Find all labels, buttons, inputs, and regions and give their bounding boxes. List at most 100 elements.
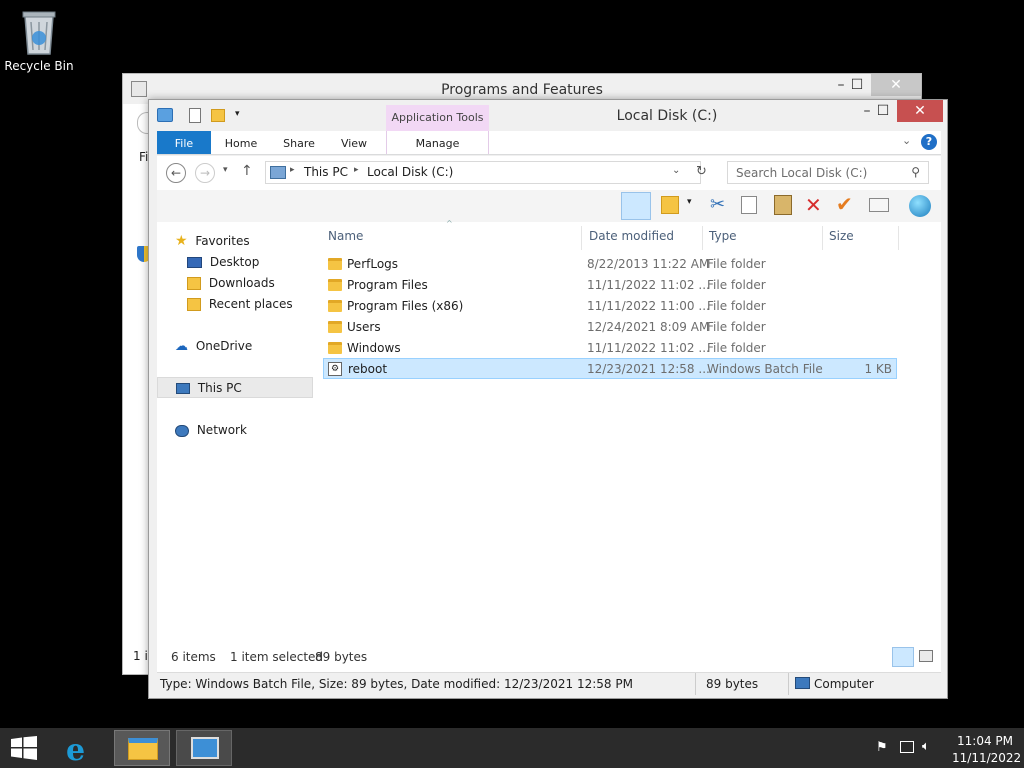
action-center-flag-icon[interactable]: ⚑ [876, 740, 888, 755]
nav-this-pc-label: This PC [197, 381, 242, 395]
recent-places-icon [187, 298, 201, 311]
table-row[interactable]: Program Files 11/11/2022 11:02 ... File … [323, 275, 897, 296]
internet-explorer-button[interactable]: e [54, 730, 110, 768]
item-count: 6 items [171, 650, 216, 664]
file-type: File folder [707, 278, 766, 292]
explorer-window[interactable]: ▾ Local Disk (C:) – ☐ ✕ Application Tool… [148, 99, 948, 699]
folder-options-icon[interactable] [661, 196, 679, 214]
file-size: 1 KB [864, 362, 892, 376]
recycle-bin-label: Recycle Bin [4, 59, 74, 73]
address-dropdown-icon[interactable]: ⌄ [672, 165, 680, 176]
nav-downloads[interactable]: Downloads [187, 273, 275, 294]
network-tray-icon[interactable] [900, 741, 914, 753]
forward-button[interactable]: → [195, 163, 215, 183]
file-list: ^ Name Date modified Type Size PerfLogs … [322, 219, 941, 642]
details-divider [788, 673, 789, 695]
file-type: Windows Batch File [707, 362, 823, 376]
breadcrumb-separator: ▸ [290, 165, 295, 175]
ribbon-expand-icon[interactable]: ⌄ [902, 134, 911, 147]
file-explorer-button[interactable] [114, 730, 170, 766]
details-location: Computer [814, 677, 874, 691]
ribbon-tabs: File Home Share View Manage ⌄ ? [157, 131, 941, 155]
server-manager-button[interactable] [176, 730, 232, 766]
file-date: 11/11/2022 11:00 ... [587, 299, 710, 313]
tab-home[interactable]: Home [215, 131, 267, 154]
column-name[interactable]: Name [322, 226, 582, 250]
column-size[interactable]: Size [823, 226, 899, 250]
refresh-icon[interactable]: ↻ [696, 164, 707, 179]
breadcrumb-this-pc[interactable]: This PC [304, 165, 348, 179]
column-date-modified[interactable]: Date modified [583, 226, 703, 250]
recent-locations-icon[interactable]: ▾ [223, 165, 228, 175]
maximize-button[interactable]: ☐ [867, 100, 899, 122]
up-button[interactable]: ↑ [241, 163, 253, 179]
start-button[interactable] [0, 730, 48, 766]
file-name: PerfLogs [347, 257, 399, 271]
table-row[interactable]: PerfLogs 8/22/2013 11:22 AM File folder [323, 254, 897, 275]
tab-file[interactable]: File [157, 131, 211, 154]
breadcrumb-separator: ▸ [354, 165, 359, 175]
close-button[interactable]: ✕ [897, 100, 943, 122]
nav-recent-places-label: Recent places [208, 297, 293, 311]
large-icons-view-icon[interactable] [919, 650, 933, 662]
nav-this-pc[interactable]: This PC [157, 377, 313, 398]
breadcrumb-local-disk[interactable]: Local Disk (C:) [367, 165, 453, 179]
clock-date[interactable]: 11/11/2022 [952, 751, 1021, 765]
tab-share[interactable]: Share [273, 131, 325, 154]
nav-desktop[interactable]: Desktop [187, 252, 259, 273]
search-input[interactable]: Search Local Disk (C:) ⚲ [727, 161, 929, 184]
desktop-icon [187, 257, 202, 268]
file-name: Windows [347, 341, 401, 355]
folder-icon [328, 258, 342, 270]
status-bar: 6 items 1 item selected 89 bytes [157, 642, 941, 672]
paste-icon[interactable] [774, 195, 792, 215]
file-name: Program Files [347, 278, 428, 292]
file-date: 11/11/2022 11:02 ... [587, 341, 710, 355]
recycle-bin-icon [22, 11, 56, 55]
tab-view[interactable]: View [331, 131, 377, 154]
details-divider [695, 673, 696, 695]
table-row[interactable]: Program Files (x86) 11/11/2022 11:00 ...… [323, 296, 897, 317]
column-type[interactable]: Type [703, 226, 823, 250]
window-title: Programs and Features [441, 82, 603, 98]
details-bar: Type: Windows Batch File, Size: 89 bytes… [157, 672, 941, 695]
help-icon[interactable]: ? [921, 134, 937, 150]
volume-icon[interactable]: 🔈︎ [922, 739, 930, 754]
clock-time[interactable]: 11:04 PM [957, 734, 1013, 748]
nav-desktop-label: Desktop [209, 255, 260, 269]
nav-favorites[interactable]: ★ Favorites [175, 231, 250, 252]
close-button[interactable]: ✕ [871, 74, 921, 96]
nav-recent-places[interactable]: Recent places [187, 294, 293, 315]
address-bar[interactable]: ▸ This PC ▸ Local Disk (C:) ⌄ ↻ [265, 161, 707, 184]
recycle-bin[interactable]: Recycle Bin [4, 6, 74, 76]
folder-icon [328, 279, 342, 291]
preview-pane-icon[interactable] [621, 192, 651, 220]
toolbar: ▾ ✂ ✕ ✔ [157, 190, 941, 222]
tab-manage[interactable]: Manage [386, 131, 489, 154]
search-icon[interactable]: ⚲ [911, 165, 920, 179]
table-row-selected[interactable]: ⚙ reboot 12/23/2021 12:58 ... Windows Ba… [323, 358, 897, 379]
table-row[interactable]: Users 12/24/2021 8:09 AM File folder [323, 317, 897, 338]
file-type: File folder [707, 257, 766, 271]
delete-icon[interactable]: ✕ [805, 193, 822, 217]
cut-icon[interactable]: ✂ [710, 194, 725, 215]
properties-pane-icon[interactable] [869, 198, 889, 212]
nav-network[interactable]: Network [175, 420, 247, 441]
details-view-icon[interactable] [892, 647, 914, 667]
details-text: Type: Windows Batch File, Size: 89 bytes… [160, 677, 633, 691]
rename-icon[interactable]: ✔ [836, 192, 853, 216]
folder-options-arrow-icon[interactable]: ▾ [687, 197, 692, 207]
file-explorer-icon [128, 738, 158, 760]
back-button[interactable]: ← [166, 163, 186, 183]
nav-network-label: Network [196, 423, 247, 437]
copy-icon[interactable] [741, 196, 757, 214]
selected-count: 1 item selected [230, 650, 324, 664]
details-size: 89 bytes [706, 677, 759, 691]
application-tools-group: Application Tools [386, 105, 489, 131]
server-manager-icon [191, 737, 219, 759]
nav-favorites-label: Favorites [195, 234, 250, 248]
nav-onedrive[interactable]: ☁ OneDrive [175, 336, 252, 357]
network-globe-icon[interactable] [909, 195, 931, 217]
maximize-button[interactable]: ☐ [841, 74, 873, 96]
table-row[interactable]: Windows 11/11/2022 11:02 ... File folder [323, 338, 897, 359]
